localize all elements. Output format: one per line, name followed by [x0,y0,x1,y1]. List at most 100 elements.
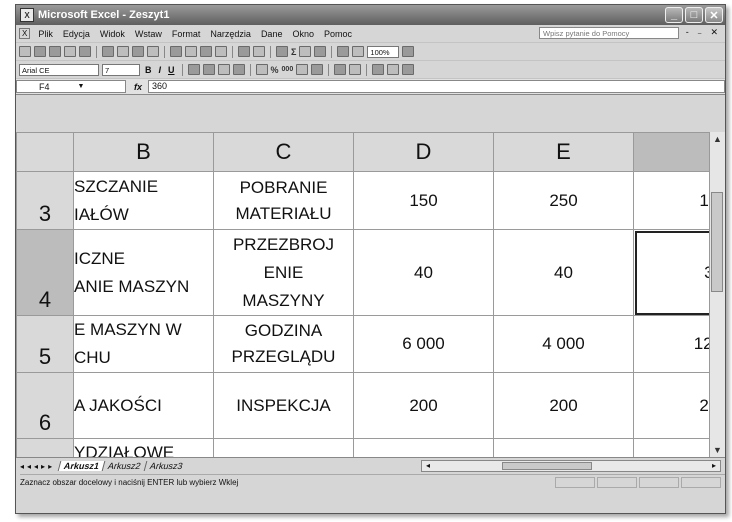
menu-edit[interactable]: Edycja [58,29,95,39]
cell-c4[interactable]: PRZEZBROJ ENIE MASZYNY [213,229,354,316]
drawing-icon[interactable] [352,46,365,57]
hyperlink-icon[interactable] [276,46,288,57]
cell-d6[interactable]: 200 [353,372,494,439]
underline-button[interactable]: U [166,65,177,75]
autosum-icon[interactable]: Σ [291,47,296,57]
research-icon[interactable] [147,46,159,57]
cut-icon[interactable] [170,46,182,57]
cell-e5[interactable]: 4 000 [493,315,634,373]
formula-input[interactable]: 360 [148,80,725,93]
row-header-7[interactable] [16,438,74,457]
scroll-left-icon[interactable]: ◂ [422,461,434,471]
zoom-select[interactable]: 100% [367,45,400,58]
cell-b3[interactable]: SZCZANIE IAŁÓW [73,171,214,230]
menu-view[interactable]: Widok [95,29,130,39]
font-color-icon[interactable] [402,64,415,75]
cell-c6[interactable]: INSPEKCJA [213,372,354,439]
scroll-down-icon[interactable]: ▼ [710,443,725,457]
copy-icon[interactable] [185,46,197,57]
tab-arkusz1[interactable]: Arkusz1 [57,461,105,471]
open-icon[interactable] [34,46,46,57]
maximize-button[interactable]: □ [685,7,703,23]
cell-e3[interactable]: 250 [493,171,634,230]
scroll-up-icon[interactable]: ▲ [710,132,725,146]
column-header-b[interactable]: B [73,132,214,172]
menu-tools[interactable]: Narzędzia [205,29,256,39]
tab-arkusz2[interactable]: Arkusz2 [101,461,146,471]
spelling-icon[interactable] [132,46,144,57]
excel-app-icon[interactable]: X [20,8,34,22]
redo-icon[interactable] [253,46,265,57]
column-header-e[interactable]: E [493,132,634,172]
cell-e6[interactable]: 200 [493,372,634,439]
chart-wizard-icon[interactable] [337,46,350,57]
email-icon[interactable] [79,46,91,57]
cell-b4[interactable]: ICZNE ANIE MASZYN [73,229,214,316]
permission-icon[interactable] [64,46,76,57]
horizontal-scrollbar[interactable]: ◂ ▸ [421,460,721,472]
cell-d7[interactable] [353,438,494,457]
chevron-down-icon[interactable]: ▼ [78,83,85,90]
decrease-decimal-icon[interactable] [311,64,324,75]
scroll-right-icon[interactable]: ▸ [708,461,720,471]
new-icon[interactable] [19,46,31,57]
sort-ascending-icon[interactable] [299,46,312,57]
cell-d5[interactable]: 6 000 [353,315,494,373]
close-button[interactable]: ✕ [705,7,723,23]
row-header-3[interactable]: 3 [16,171,74,230]
print-preview-icon[interactable] [117,46,129,57]
font-size-select[interactable]: 7 [102,63,140,76]
document-icon[interactable]: X [19,28,31,39]
increase-indent-icon[interactable] [349,64,362,75]
font-name-select[interactable]: Arial CE [19,63,99,76]
save-icon[interactable] [49,46,61,57]
menu-help[interactable]: Pomoc [319,29,357,39]
document-window-controls[interactable]: - ₋ ✕ [686,27,721,38]
cell-d3[interactable]: 150 [353,171,494,230]
column-header-c[interactable]: C [213,132,354,172]
cell-e4[interactable]: 40 [493,229,634,316]
hscroll-thumb[interactable] [502,462,592,470]
paste-icon[interactable] [200,46,212,57]
cell-c7[interactable] [213,438,354,457]
decrease-indent-icon[interactable] [334,64,347,75]
cell-b7[interactable]: YDZIAŁOWE [73,438,214,457]
sort-descending-icon[interactable] [314,46,327,57]
vertical-scrollbar[interactable]: ▲ ▼ [709,132,725,457]
increase-decimal-icon[interactable] [296,64,309,75]
align-center-icon[interactable] [202,64,215,75]
align-right-icon[interactable] [217,64,230,75]
function-icon[interactable]: fx [134,82,142,92]
cell-b5[interactable]: E MASZYN W CHU [73,315,214,373]
fill-color-icon[interactable] [387,64,400,75]
menu-format[interactable]: Format [167,29,206,39]
format-painter-icon[interactable] [215,46,227,57]
menu-window[interactable]: Okno [287,29,319,39]
cell-c5[interactable]: GODZINA PRZEGLĄDU [213,315,354,373]
select-all-corner[interactable] [16,132,74,172]
minimize-button[interactable]: _ [665,7,683,23]
menu-data[interactable]: Dane [256,29,288,39]
cell-d4[interactable]: 40 [353,229,494,316]
merge-center-icon[interactable] [232,64,245,75]
tab-arkusz3[interactable]: Arkusz3 [143,461,188,471]
scroll-thumb[interactable] [711,192,723,292]
currency-icon[interactable] [255,64,268,75]
bold-button[interactable]: B [143,65,154,75]
cell-b6[interactable]: A JAKOŚCI [73,372,214,439]
column-header-d[interactable]: D [353,132,494,172]
row-header-6[interactable]: 6 [16,372,74,439]
help-question-input[interactable]: Wpisz pytanie do Pomocy [539,27,679,39]
undo-icon[interactable] [238,46,250,57]
percent-button[interactable]: % [271,65,279,75]
thousands-button[interactable]: 000 [282,66,294,73]
tab-navigation-icon[interactable]: ◂◂◂▸▸ [16,462,59,471]
row-header-5[interactable]: 5 [16,315,74,373]
row-header-4[interactable]: 4 [16,229,74,316]
borders-icon[interactable] [372,64,385,75]
help-icon[interactable] [402,46,415,57]
align-left-icon[interactable] [187,64,200,75]
menu-insert[interactable]: Wstaw [130,29,167,39]
print-icon[interactable] [102,46,114,57]
menu-file[interactable]: Plik [33,29,58,39]
